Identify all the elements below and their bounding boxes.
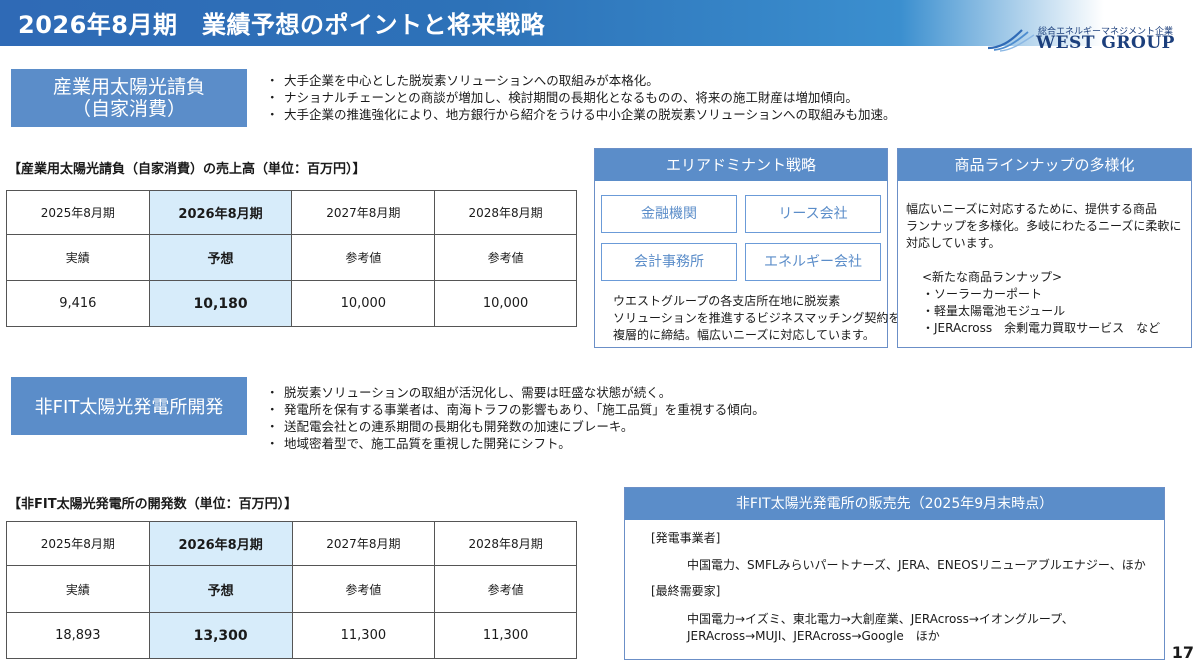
text-line: 複層的に締結。幅広いニーズに対応しています。 (613, 328, 875, 342)
list-item: ・JERAcross 余剰電力買取サービス など (922, 321, 1161, 335)
table-cell-highlight: 13,300 (148, 612, 293, 659)
text-line: ランナップを多様化。多岐にわたるニーズに柔軟に (906, 219, 1182, 233)
text-line: 中国電力→イズミ、東北電力→大創産業、JERAcross→イオングループ、 (687, 612, 1074, 626)
category-end-users: [最終需要家] (651, 584, 721, 598)
section-label-line1: 産業用太陽光請負 (52, 76, 205, 98)
tag-leasing-company: リース会社 (745, 195, 881, 233)
table-cell: 参考値 (434, 565, 577, 613)
text-line: ウエストグループの各支店所在地に脱炭素 (613, 294, 841, 308)
table-cell-highlight: 2026年8月期 (148, 190, 293, 235)
section1-bullets: 大手企業を中心とした脱炭素ソリューションへの取組みが本格化。 ナショナルチェーン… (266, 72, 896, 123)
panel-title: エリアドミナント戦略 (595, 149, 887, 181)
page-number: 17 (1171, 643, 1194, 662)
table1-title: 【産業用太陽光請負（自家消費）の売上高（単位：百万円）】 (8, 162, 366, 177)
page-title: 2026年8月期 業績予想のポイントと将来戦略 (18, 11, 545, 39)
panel-title: 商品ラインナップの多様化 (898, 149, 1191, 181)
table-cell-highlight: 10,180 (148, 280, 293, 327)
wave-logo-icon (987, 29, 1035, 52)
list-heading: <新たな商品ランナップ> (922, 270, 1063, 284)
table-cell: 10,000 (291, 280, 436, 327)
new-product-list: <新たな商品ランナップ> ・ソーラーカーポート ・軽量太陽電池モジュール ・JE… (922, 269, 1160, 337)
section-label-line2: （自家消費） (71, 98, 186, 120)
panel-description: 幅広いニーズに対応するために、提供する商品 ランナップを多様化。多岐にわたるニー… (906, 201, 1181, 252)
bullet-item: 地域密着型で、施工品質を重視した開発にシフト。 (266, 435, 765, 452)
product-lineup-panel: 商品ラインナップの多様化 幅広いニーズに対応するために、提供する商品 ランナップ… (897, 148, 1192, 348)
table-value-row: 18,893 13,300 11,300 11,300 (6, 612, 577, 659)
table-cell: 参考値 (291, 234, 436, 281)
table-header-row: 2025年8月期 2026年8月期 2027年8月期 2028年8月期 (6, 190, 577, 235)
table-cell: 参考値 (434, 234, 577, 281)
text-line: ソリューションを推進するビジネスマッチング契約を (613, 311, 901, 325)
table-cell: 10,000 (434, 280, 577, 327)
power-producers-list: 中国電力、SMFLみらいパートナーズ、JERA、ENEOSリニューアブルエナジー… (687, 558, 1146, 572)
table-cell: 11,300 (434, 612, 577, 659)
tag-financial-institution: 金融機関 (601, 195, 737, 233)
west-group-logo: 総合エネルギーマネジメント企業 WEST GROUP (980, 14, 1190, 64)
list-item: ・軽量太陽電池モジュール (922, 304, 1066, 318)
panel-title: 非FIT太陽光発電所の販売先（2025年9月末時点） (625, 488, 1164, 520)
tag-accounting-firm: 会計事務所 (601, 243, 737, 281)
table-cell: 参考値 (291, 565, 436, 613)
section-label-industrial-solar: 産業用太陽光請負 （自家消費） (11, 69, 247, 127)
bullet-item: ナショナルチェーンとの商談が増加し、検討期間の長期化となるものの、将来の施工財産… (266, 89, 896, 106)
end-users-list: 中国電力→イズミ、東北電力→大創産業、JERAcross→イオングループ、 JE… (687, 611, 1074, 645)
table-cell: 2027年8月期 (291, 190, 436, 235)
section-label-text: 非FIT太陽光発電所開発 (34, 397, 224, 418)
table-cell-highlight: 予想 (148, 234, 293, 281)
table-cell: 2028年8月期 (434, 521, 577, 566)
table-type-row: 実績 予想 参考値 参考値 (6, 565, 577, 613)
bullet-item: 発電所を保有する事業者は、南海トラフの影響もあり、「施工品質」を重視する傾向。 (266, 401, 765, 418)
list-item: ・ソーラーカーポート (922, 287, 1043, 301)
category-power-producers: [発電事業者] (651, 531, 721, 545)
text-line: JERAcross→MUJI、JERAcross→Google ほか (687, 629, 940, 643)
table-cell: 2027年8月期 (291, 521, 436, 566)
tag-energy-company: エネルギー会社 (745, 243, 881, 281)
bullet-item: 大手企業を中心とした脱炭素ソリューションへの取組みが本格化。 (266, 72, 896, 89)
table-cell: 2025年8月期 (6, 190, 150, 235)
table-cell: 18,893 (6, 612, 150, 659)
table-cell: 2025年8月期 (6, 521, 150, 566)
area-dominant-panel: エリアドミナント戦略 金融機関 リース会社 会計事務所 エネルギー会社 ウエスト… (594, 148, 900, 348)
bullet-item: 送配電会社との連系期間の長期化も開発数の加速にブレーキ。 (266, 418, 765, 435)
table-cell: 11,300 (291, 612, 436, 659)
table-header-row: 2025年8月期 2026年8月期 2027年8月期 2028年8月期 (6, 521, 577, 566)
sales-destinations-panel: 非FIT太陽光発電所の販売先（2025年9月末時点） [発電事業者] 中国電力、… (624, 487, 1165, 660)
table-cell: 実績 (6, 565, 150, 613)
bullet-item: 脱炭素ソリューションの取組が活況化し、需要は旺盛な状態が続く。 (266, 384, 765, 401)
bullet-item: 大手企業の推進強化により、地方銀行から紹介をうける中小企業の脱炭素ソリューション… (266, 106, 896, 123)
table-cell-highlight: 2026年8月期 (148, 521, 293, 566)
table-cell: 9,416 (6, 280, 150, 327)
text-line: 幅広いニーズに対応するために、提供する商品 (906, 202, 1158, 216)
table-type-row: 実績 予想 参考値 参考値 (6, 234, 577, 281)
text-line: 対応しています。 (906, 236, 1001, 250)
table-cell-highlight: 予想 (148, 565, 293, 613)
sales-table: 2025年8月期 2026年8月期 2027年8月期 2028年8月期 実績 予… (6, 190, 577, 327)
panel-description: ウエストグループの各支店所在地に脱炭素 ソリューションを推進するビジネスマッチン… (613, 293, 900, 344)
table-value-row: 9,416 10,180 10,000 10,000 (6, 280, 577, 327)
table-cell: 実績 (6, 234, 150, 281)
logo-wordmark: WEST GROUP (1036, 33, 1175, 53)
section-label-nonfit-solar: 非FIT太陽光発電所開発 (11, 377, 247, 435)
section2-bullets: 脱炭素ソリューションの取組が活況化し、需要は旺盛な状態が続く。 発電所を保有する… (266, 384, 765, 452)
table2-title: 【非FIT太陽光発電所の開発数（単位：百万円）】 (8, 497, 298, 512)
development-table: 2025年8月期 2026年8月期 2027年8月期 2028年8月期 実績 予… (6, 521, 577, 659)
table-cell: 2028年8月期 (434, 190, 577, 235)
